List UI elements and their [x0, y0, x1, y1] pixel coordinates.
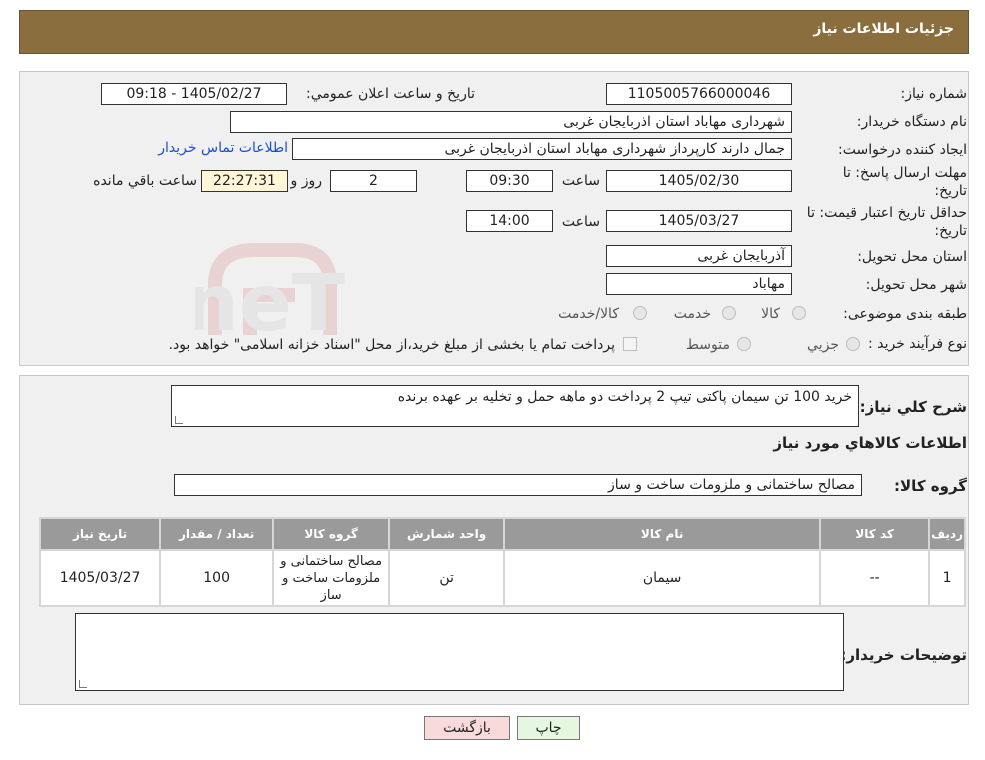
- price-date-field: 1405/03/27: [606, 210, 792, 232]
- col-row: رديف: [930, 519, 964, 549]
- price-time-label: ساعت: [561, 214, 600, 230]
- buyer-org-field: شهرداری مهاباد استان اذربایجان غربی: [230, 111, 792, 133]
- col-code: کد کالا: [821, 519, 929, 549]
- province-label: استان محل تحويل:: [857, 249, 967, 265]
- back-button[interactable]: بازگشت: [424, 716, 510, 740]
- buyer-contact-link[interactable]: اطلاعات تماس خريدار: [158, 140, 288, 156]
- summary-label: شرح کلي نياز:: [859, 398, 967, 416]
- group-field: مصالح ساختمانی و ملزومات ساخت و ساز: [174, 474, 862, 496]
- summary-textarea[interactable]: خرید 100 تن سیمان پاکتی تیپ 2 پرداخت دو …: [171, 385, 859, 427]
- category-option-service: خدمت: [673, 306, 711, 322]
- deadline-time-label: ساعت: [561, 173, 600, 189]
- watermark-text: AriaTender.neT: [195, 259, 345, 349]
- need-number-field: 1105005766000046: [606, 83, 792, 105]
- process-radio-minor[interactable]: [846, 337, 860, 351]
- page-title: جزئیات اطلاعات نیاز: [813, 21, 954, 37]
- category-radio-goods[interactable]: [792, 306, 806, 320]
- notes-label: توضيحات خريدار:: [840, 646, 967, 664]
- process-option-medium: متوسط: [686, 337, 730, 353]
- col-unit: واحد شمارش: [390, 519, 504, 549]
- deadline-date-field: 1405/02/30: [606, 170, 792, 192]
- creator-label: ايجاد کننده درخواست:: [838, 142, 967, 158]
- table-row: 1 -- سیمان تن مصالح ساختمانی و ملزومات س…: [41, 551, 964, 605]
- items-table: رديف کد کالا نام کالا واحد شمارش گروه کا…: [39, 517, 966, 607]
- page-header: جزئیات اطلاعات نیاز: [19, 10, 969, 54]
- city-field: مهاباد: [606, 273, 792, 295]
- category-option-goods: کالا: [761, 306, 780, 322]
- announce-field: 1405/02/27 - 09:18: [101, 83, 287, 105]
- print-button[interactable]: چاپ: [517, 716, 580, 740]
- summary-text: خرید 100 تن سیمان پاکتی تیپ 2 پرداخت دو …: [397, 389, 852, 405]
- resize-handle-icon[interactable]: [175, 416, 183, 424]
- process-radio-medium[interactable]: [737, 337, 751, 351]
- creator-field: جمال دارند کارپرداز شهرداری مهاباد استان…: [292, 138, 792, 160]
- need-number-label: شماره نیاز:: [900, 86, 968, 102]
- price-time-field: 14:00: [466, 210, 553, 232]
- treasury-note: پرداخت تمام يا بخشی از مبلغ خريد،از محل …: [168, 337, 615, 353]
- cell-unit: تن: [390, 551, 504, 605]
- col-date: تاريخ نياز: [41, 519, 160, 549]
- deadline-time-field: 09:30: [466, 170, 553, 192]
- price-validity-label: حداقل تاريخ اعتبار قيمت: تا: [806, 205, 967, 221]
- items-table-wrap: رديف کد کالا نام کالا واحد شمارش گروه کا…: [39, 517, 966, 607]
- days-field: 2: [330, 170, 417, 192]
- col-qty: تعداد / مقدار: [161, 519, 273, 549]
- treasury-checkbox[interactable]: [623, 337, 637, 351]
- table-header-row: رديف کد کالا نام کالا واحد شمارش گروه کا…: [41, 519, 964, 549]
- cell-name: سیمان: [505, 551, 820, 605]
- price-validity-label-date: تاريخ:: [934, 223, 967, 239]
- city-label: شهر محل تحويل:: [865, 277, 967, 293]
- col-group: گروه کالا: [274, 519, 389, 549]
- process-label: نوع فرآيند خريد :: [868, 336, 967, 352]
- col-name: نام کالا: [505, 519, 820, 549]
- cell-code: --: [821, 551, 929, 605]
- remaining-time-field: 22:27:31: [201, 170, 288, 192]
- buyer-org-label: نام دستگاه خريدار:: [856, 114, 967, 130]
- cell-date: 1405/03/27: [41, 551, 160, 605]
- deadline-label: مهلت ارسال پاسخ: تا: [842, 165, 967, 181]
- days-label: روز و: [290, 173, 323, 189]
- cell-row: 1: [930, 551, 964, 605]
- cell-group: مصالح ساختمانی و ملزومات ساخت و ساز: [274, 551, 389, 605]
- category-label: طبقه بندی موضوعی:: [843, 306, 967, 322]
- category-radio-both[interactable]: [633, 306, 647, 320]
- notes-textarea[interactable]: [75, 613, 844, 691]
- announce-label: تاريخ و ساعت اعلان عمومي:: [306, 86, 475, 102]
- category-option-both: کالا/خدمت: [558, 306, 619, 322]
- cell-qty: 100: [161, 551, 273, 605]
- category-radio-service[interactable]: [722, 306, 736, 320]
- resize-handle-icon[interactable]: [79, 680, 87, 688]
- province-field: آذربایجان غربی: [606, 245, 792, 267]
- process-option-minor: جزيي: [807, 337, 839, 353]
- remaining-label: ساعت باقي مانده: [93, 173, 197, 189]
- deadline-label-date: تاريخ:: [934, 183, 967, 199]
- items-heading: اطلاعات کالاهاي مورد نياز: [773, 434, 967, 452]
- group-label: گروه کالا:: [894, 477, 967, 495]
